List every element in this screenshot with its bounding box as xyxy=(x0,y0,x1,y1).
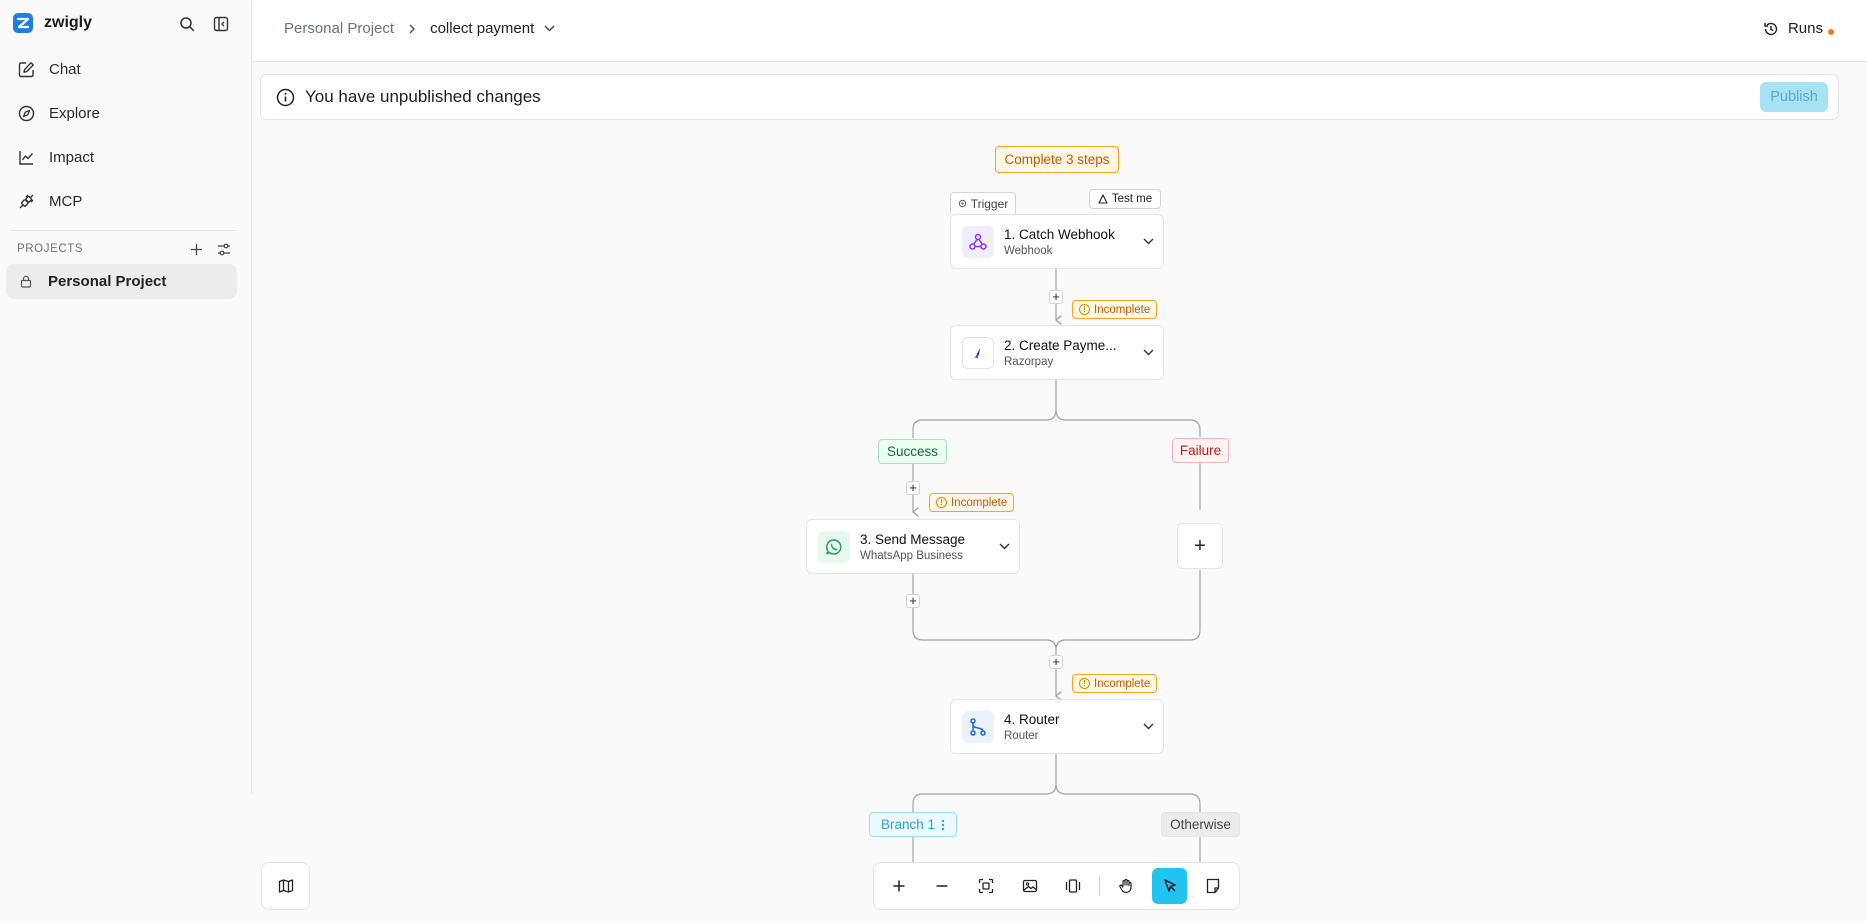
pointer-select-icon[interactable] xyxy=(1151,868,1188,904)
chevron-down-icon[interactable] xyxy=(1133,723,1163,730)
add-step-button[interactable]: + xyxy=(1049,290,1063,304)
add-step-button[interactable]: + xyxy=(906,594,920,608)
zoom-in-icon[interactable] xyxy=(881,868,917,904)
incomplete-label: Incomplete xyxy=(951,496,1008,509)
warning-icon: ! xyxy=(1079,678,1090,689)
incomplete-label: Incomplete xyxy=(1094,677,1151,690)
step-subtitle: WhatsApp Business xyxy=(860,549,963,562)
canvas-toolbar xyxy=(873,862,1240,910)
flask-icon xyxy=(1098,194,1108,204)
step-title: 4. Router xyxy=(1004,711,1060,727)
note-icon[interactable] xyxy=(1195,868,1231,904)
complete-steps-badge[interactable]: Complete 3 steps xyxy=(995,146,1119,173)
hand-pan-icon[interactable] xyxy=(1108,868,1144,904)
warning-icon: ! xyxy=(936,497,947,508)
webhook-icon xyxy=(962,225,994,258)
test-me-button[interactable]: Test me xyxy=(1089,189,1161,209)
step-subtitle: Router xyxy=(1004,729,1039,742)
branch-otherwise-label[interactable]: Otherwise xyxy=(1161,812,1240,837)
zoom-out-icon[interactable] xyxy=(925,868,961,904)
step-send-message[interactable]: 3. Send Message WhatsApp Business xyxy=(806,519,1020,574)
incomplete-badge: ! Incomplete xyxy=(1072,674,1158,693)
router-icon xyxy=(962,710,994,743)
warning-icon: ! xyxy=(1079,304,1090,315)
branch-failure-label[interactable]: Failure xyxy=(1172,438,1229,463)
step-catch-webhook[interactable]: 1. Catch Webhook Webhook xyxy=(950,214,1164,269)
branch-1-label[interactable]: Branch 1 xyxy=(869,812,957,837)
whatsapp-icon xyxy=(818,530,850,563)
step-subtitle: Razorpay xyxy=(1004,355,1054,368)
chevron-down-icon[interactable] xyxy=(1133,238,1163,245)
chevron-down-icon[interactable] xyxy=(1133,349,1163,356)
step-title: 2. Create Payme... xyxy=(1004,337,1117,353)
step-subtitle: Webhook xyxy=(1004,244,1053,257)
toolbar-separator xyxy=(1099,876,1101,896)
trigger-tag: Trigger xyxy=(950,192,1016,214)
incomplete-label: Incomplete xyxy=(1094,303,1151,316)
incomplete-badge: ! Incomplete xyxy=(929,493,1015,512)
step-create-payment[interactable]: 2. Create Payme... Razorpay xyxy=(950,325,1164,380)
add-failure-step-button[interactable]: + xyxy=(1177,523,1223,569)
branch-success-label[interactable]: Success xyxy=(878,439,947,464)
step-title: 1. Catch Webhook xyxy=(1004,226,1115,242)
incomplete-badge: ! Incomplete xyxy=(1072,300,1158,319)
more-vertical-icon[interactable] xyxy=(941,819,945,831)
fit-view-icon[interactable] xyxy=(968,868,1004,904)
chevron-down-icon[interactable] xyxy=(989,543,1019,550)
minimap-toggle-button[interactable] xyxy=(261,862,310,910)
app-root: zwigly Chat Explore Impact MCP PROJECTS … xyxy=(0,0,1867,921)
add-step-button[interactable]: + xyxy=(906,481,920,495)
step-title: 3. Send Message xyxy=(860,531,966,547)
layout-columns-icon[interactable] xyxy=(1056,868,1092,904)
export-image-icon[interactable] xyxy=(1012,868,1048,904)
test-me-label: Test me xyxy=(1111,193,1153,205)
add-step-button[interactable]: + xyxy=(1049,655,1063,669)
razorpay-icon xyxy=(962,336,994,369)
map-icon xyxy=(278,879,293,893)
branch-1-text: Branch 1 xyxy=(880,817,936,832)
trigger-tag-label: Trigger xyxy=(970,196,1009,211)
gear-icon xyxy=(958,199,966,208)
step-router[interactable]: 4. Router Router xyxy=(950,699,1164,754)
